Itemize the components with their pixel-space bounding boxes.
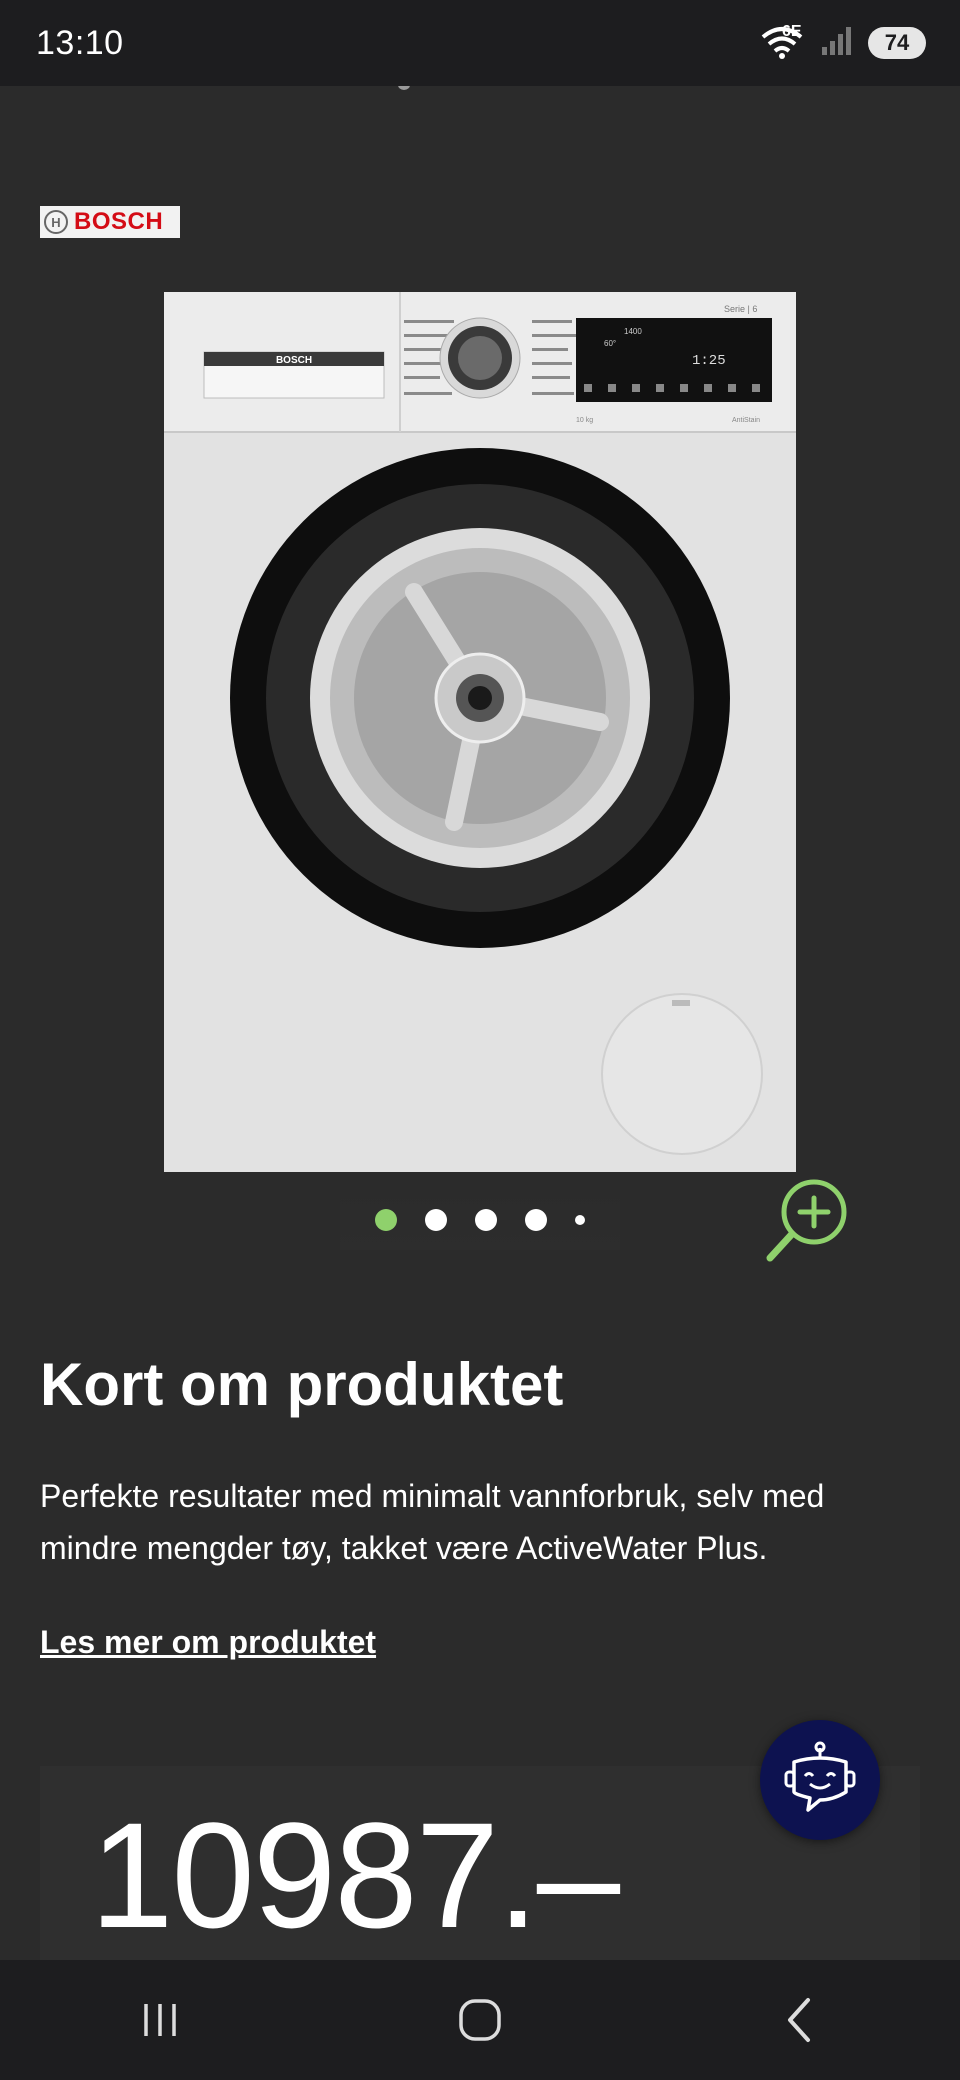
serie-label: Serie | 6 (724, 304, 757, 314)
battery-icon: 74 (868, 27, 926, 59)
carousel-dot-4[interactable] (525, 1209, 547, 1231)
capacity-label: 10 kg (576, 417, 593, 424)
signal-icon (820, 25, 854, 62)
system-nav-bar (0, 1960, 960, 2080)
image-carousel-dots (340, 1190, 620, 1250)
bosch-armature-icon: H (44, 210, 68, 234)
carousel-dot-5[interactable] (575, 1215, 585, 1225)
antistain-label: AntiStain (732, 417, 760, 424)
washing-machine-illustration: BOSCH Serie | 6 1400 60° 1:25 10 kg Anti… (164, 292, 796, 1172)
page-content: H BOSCH BOSCH Serie | 6 1400 60° 1:25 10… (0, 86, 960, 1960)
status-icons: 6E 74 (760, 23, 926, 62)
home-icon (459, 1999, 501, 2041)
carousel-dot-1[interactable] (375, 1209, 397, 1231)
status-time: 13:10 (36, 23, 124, 62)
zoom-in-icon (766, 1179, 847, 1262)
status-bar: 13:10 6E 74 (0, 0, 960, 86)
section-title: Kort om produktet (40, 1351, 564, 1418)
brand-name: BOSCH (74, 208, 164, 235)
recent-apps-icon (144, 2004, 176, 2036)
back-button[interactable] (740, 1980, 860, 2060)
back-icon (788, 1998, 810, 2042)
network-type: 6E (782, 23, 802, 40)
display-time: 1:25 (692, 353, 726, 369)
wifi-icon: 6E (760, 23, 806, 61)
scroll-indicator (398, 86, 410, 90)
brand-logo: H BOSCH (40, 206, 180, 238)
carousel-dot-3[interactable] (475, 1209, 497, 1231)
chatbot-button[interactable] (760, 1720, 880, 1840)
product-image[interactable]: BOSCH Serie | 6 1400 60° 1:25 10 kg Anti… (164, 292, 796, 1172)
home-button[interactable] (420, 1980, 540, 2060)
section-description: Perfekte resultater med minimalt vannfor… (40, 1478, 825, 1566)
zoom-button[interactable] (762, 1174, 858, 1270)
panel-brand: BOSCH (276, 355, 312, 366)
read-more-link[interactable]: Les mer om produktet (40, 1624, 376, 1661)
robot-icon (784, 1741, 856, 1812)
carousel-dot-2[interactable] (425, 1209, 447, 1231)
display-rpm: 1400 (624, 327, 642, 336)
display-temp: 60° (604, 339, 616, 348)
recent-apps-button[interactable] (100, 1980, 220, 2060)
price: 10987.– (90, 1791, 620, 1959)
